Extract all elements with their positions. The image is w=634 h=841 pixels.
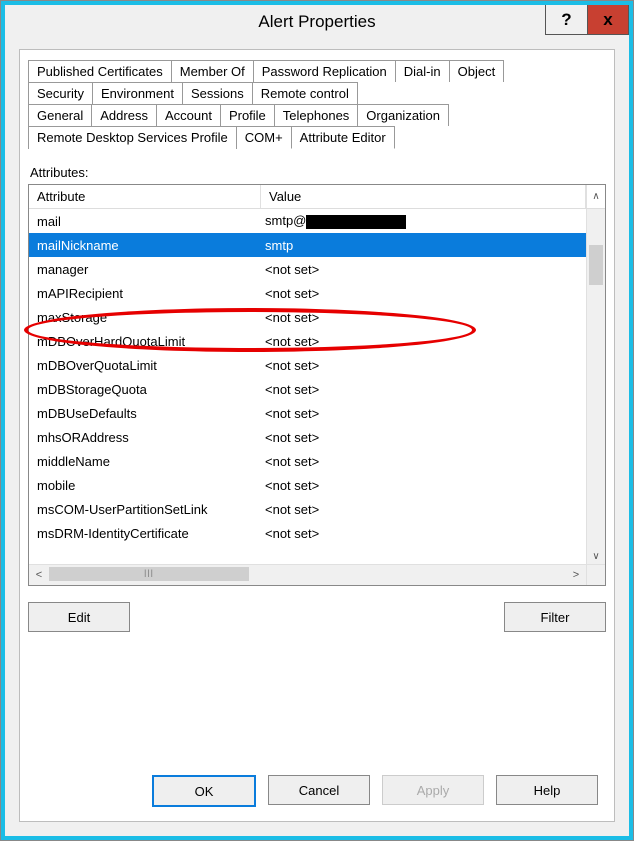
edit-button[interactable]: Edit [28, 602, 130, 632]
apply-button: Apply [382, 775, 484, 805]
dialog-inner: Published Certificates Member Of Passwor… [19, 49, 615, 822]
cell-attribute: manager [29, 262, 261, 277]
vscroll-thumb[interactable] [589, 245, 603, 285]
table-row[interactable]: mDBOverHardQuotaLimit<not set> [29, 329, 587, 353]
close-button[interactable]: x [587, 5, 629, 35]
column-header-value[interactable]: Value [261, 185, 586, 208]
table-row[interactable]: maxStorage<not set> [29, 305, 587, 329]
cell-value: <not set> [261, 430, 587, 445]
cell-value: <not set> [261, 454, 587, 469]
tab-organization[interactable]: Organization [357, 104, 449, 126]
cell-value: <not set> [261, 502, 587, 517]
scroll-corner [586, 565, 605, 585]
tab-account[interactable]: Account [156, 104, 221, 126]
cell-attribute: mDBOverHardQuotaLimit [29, 334, 261, 349]
column-header-attribute[interactable]: Attribute [29, 185, 261, 208]
cell-attribute: middleName [29, 454, 261, 469]
scroll-up-icon[interactable]: ∧ [586, 185, 605, 208]
cell-value: <not set> [261, 334, 587, 349]
cell-attribute: mailNickname [29, 238, 261, 253]
dialog-window: Alert Properties ? x Published Certifica… [1, 1, 633, 840]
ok-button[interactable]: OK [152, 775, 256, 807]
hscroll-thumb[interactable]: lll [49, 567, 249, 581]
tab-object[interactable]: Object [449, 60, 505, 82]
cell-value: <not set> [261, 358, 587, 373]
table-row[interactable]: mailNicknamesmtp [29, 233, 587, 257]
tab-password-replication[interactable]: Password Replication [253, 60, 396, 82]
cell-attribute: mail [29, 214, 261, 229]
titlebar: Alert Properties ? x [5, 5, 629, 39]
cell-attribute: mobile [29, 478, 261, 493]
title-buttons: ? x [545, 5, 629, 35]
tab-profile[interactable]: Profile [220, 104, 275, 126]
help-button-bottom[interactable]: Help [496, 775, 598, 805]
cancel-button[interactable]: Cancel [268, 775, 370, 805]
cell-attribute: msCOM-UserPartitionSetLink [29, 502, 261, 517]
cell-value: <not set> [261, 406, 587, 421]
table-row[interactable]: mDBOverQuotaLimit<not set> [29, 353, 587, 377]
cell-value: <not set> [261, 382, 587, 397]
scroll-left-icon[interactable]: < [29, 565, 49, 585]
tab-published-certificates[interactable]: Published Certificates [28, 60, 172, 82]
tab-attribute-editor[interactable]: Attribute Editor [291, 126, 395, 149]
cell-value: smtp@ [261, 213, 587, 229]
table-row[interactable]: mobile<not set> [29, 473, 587, 497]
listview-rows: mailsmtp@mailNicknamesmtpmanager<not set… [29, 209, 587, 565]
cell-attribute: mhsORAddress [29, 430, 261, 445]
listview-body: mailsmtp@mailNicknamesmtpmanager<not set… [29, 209, 605, 585]
attributes-label: Attributes: [30, 165, 606, 180]
tab-telephones[interactable]: Telephones [274, 104, 359, 126]
tab-address[interactable]: Address [91, 104, 157, 126]
attributes-listview[interactable]: Attribute Value ∧ mailsmtp@mailNicknames… [28, 184, 606, 586]
scroll-down-icon[interactable]: ∨ [587, 547, 605, 565]
table-row[interactable]: manager<not set> [29, 257, 587, 281]
cell-attribute: msDRM-IdentityCertificate [29, 526, 261, 541]
cell-value: <not set> [261, 526, 587, 541]
tab-remote-control[interactable]: Remote control [252, 82, 358, 104]
table-row[interactable]: msCOM-UserPartitionSetLink<not set> [29, 497, 587, 521]
cell-attribute: mAPIRecipient [29, 286, 261, 301]
table-row[interactable]: mDBStorageQuota<not set> [29, 377, 587, 401]
window-title: Alert Properties [5, 5, 629, 39]
content-area: Published Certificates Member Of Passwor… [5, 39, 629, 836]
cell-value: smtp [261, 238, 587, 253]
tab-com-plus[interactable]: COM+ [236, 126, 292, 149]
cell-attribute: maxStorage [29, 310, 261, 325]
horizontal-scrollbar[interactable]: < lll > [29, 564, 605, 585]
scroll-right-icon[interactable]: > [566, 565, 586, 585]
cell-value: <not set> [261, 478, 587, 493]
table-row[interactable]: msDRM-IdentityCertificate<not set> [29, 521, 587, 545]
listview-header: Attribute Value ∧ [29, 185, 605, 209]
redacted-text [306, 215, 406, 229]
cell-value: <not set> [261, 262, 587, 277]
cell-attribute: mDBStorageQuota [29, 382, 261, 397]
dialog-buttons: OK Cancel Apply Help [28, 763, 606, 811]
hscroll-track[interactable]: lll [49, 565, 566, 585]
tab-environment[interactable]: Environment [92, 82, 183, 104]
cell-attribute: mDBUseDefaults [29, 406, 261, 421]
cell-attribute: mDBOverQuotaLimit [29, 358, 261, 373]
table-row[interactable]: mhsORAddress<not set> [29, 425, 587, 449]
filter-button[interactable]: Filter [504, 602, 606, 632]
table-row[interactable]: middleName<not set> [29, 449, 587, 473]
tab-member-of[interactable]: Member Of [171, 60, 254, 82]
tab-rds-profile[interactable]: Remote Desktop Services Profile [28, 126, 237, 149]
cell-value: <not set> [261, 310, 587, 325]
vertical-scrollbar[interactable]: ∨ [586, 209, 605, 565]
tab-dial-in[interactable]: Dial-in [395, 60, 450, 82]
tab-sessions[interactable]: Sessions [182, 82, 253, 104]
cell-value: <not set> [261, 286, 587, 301]
help-button[interactable]: ? [545, 5, 587, 35]
table-row[interactable]: mAPIRecipient<not set> [29, 281, 587, 305]
help-icon: ? [561, 10, 571, 30]
table-row[interactable]: mDBUseDefaults<not set> [29, 401, 587, 425]
tab-general[interactable]: General [28, 104, 92, 126]
table-row[interactable]: mailsmtp@ [29, 209, 587, 233]
tab-strip: Published Certificates Member Of Passwor… [28, 60, 606, 149]
close-icon: x [603, 10, 612, 30]
tab-security[interactable]: Security [28, 82, 93, 104]
